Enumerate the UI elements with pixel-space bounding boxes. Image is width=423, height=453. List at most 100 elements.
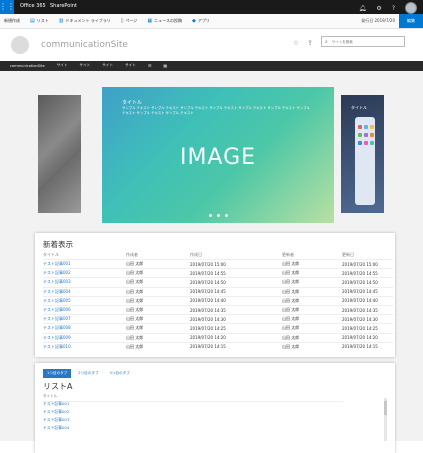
carousel-dot[interactable] [216, 214, 220, 217]
cell-editor: 山田 太郎 [282, 279, 300, 285]
slide-body: サンプル テキスト サンプル テキスト サンプル テキスト サンプル テキスト … [122, 106, 310, 115]
menu-icon[interactable]: ☰ [148, 63, 152, 68]
gear-icon[interactable]: ⚙ [376, 5, 381, 12]
site-title[interactable]: communicationSite [41, 40, 128, 50]
star-icon[interactable]: ☆ [293, 39, 299, 47]
list-item[interactable]: テスト記事001 [43, 401, 69, 409]
cell-author: 山田 太郎 [126, 279, 144, 285]
library-button[interactable]: ▥ ドキュメント ライブラリ [59, 18, 111, 24]
nav-item-site-3[interactable]: サイト [102, 63, 113, 68]
table-row[interactable]: テスト記事008 山田 太郎 2019/07/20 14:25 山田 太郎 2019/0… [43, 323, 393, 332]
cell-modified: 2019/07/20 14:50 [342, 279, 378, 285]
cell-editor: 山田 太郎 [282, 270, 300, 276]
cell-author: 山田 太郎 [126, 297, 144, 303]
tab-2[interactable]: 2つ目のタブ [74, 369, 102, 378]
cell-modified: 2019/07/20 14:25 [342, 325, 378, 331]
cell-title[interactable]: テスト記事008 [43, 325, 126, 331]
table-row[interactable]: テスト記事002 山田 太郎 2019/07/20 14:55 山田 太郎 2019/0… [43, 268, 393, 277]
app-icon [370, 133, 374, 137]
cell-title[interactable]: テスト記事004 [43, 289, 126, 295]
cell-title[interactable]: テスト記事001 [43, 261, 126, 267]
edit-button[interactable]: 編集 [399, 14, 423, 28]
cell-title[interactable]: テスト記事007 [43, 316, 126, 322]
cell-modified: 2019/07/20 14:55 [342, 270, 378, 276]
cell-title[interactable]: テスト記事005 [43, 298, 126, 304]
library-icon: ▥ [58, 18, 64, 24]
cell-created: 2019/07/20 14:55 [190, 270, 226, 276]
scrollbar-thumb[interactable] [384, 401, 387, 415]
cell-title[interactable]: テスト記事002 [43, 270, 126, 276]
col-author[interactable]: 作成者 [126, 252, 190, 258]
cell-title[interactable]: テスト記事003 [43, 279, 126, 285]
site-logo[interactable] [11, 36, 29, 54]
app-button[interactable]: ◆ アプリ [192, 18, 210, 24]
app-icon [358, 133, 362, 137]
table-row[interactable]: テスト記事001 山田 太郎 2019/07/20 15:00 山田 太郎 2019/0… [43, 259, 393, 268]
list-a-column[interactable]: タイトル [43, 394, 343, 402]
table-row[interactable]: テスト記事010 山田 太郎 2019/07/20 14:15 山田 太郎 2019/0… [43, 341, 393, 351]
search-box[interactable]: ⌕ [321, 36, 405, 47]
table-row[interactable]: テスト記事004 山田 太郎 2019/07/20 14:45 山田 太郎 2019/0… [43, 286, 393, 296]
col-editor[interactable]: 更新者 [282, 252, 342, 258]
carousel-dot[interactable] [208, 214, 212, 217]
nav-item-site-4[interactable]: サイト [125, 63, 136, 68]
list-label: リスト [36, 18, 49, 23]
list-item[interactable]: テスト記事002 [43, 409, 69, 417]
cell-title[interactable]: テスト記事010 [43, 344, 126, 350]
carousel-dot[interactable] [224, 214, 228, 217]
cell-author: 山田 太郎 [126, 270, 144, 276]
list-item[interactable]: テスト記事003 [43, 417, 69, 425]
table-row[interactable]: テスト記事005 山田 太郎 2019/07/20 14:40 山田 太郎 2019/0… [43, 295, 393, 305]
list-button[interactable]: ▤ リスト [30, 18, 49, 24]
news-post-button[interactable]: ▦ ニュースの投稿 [147, 18, 182, 24]
col-created[interactable]: 作成日 [190, 252, 282, 258]
search-icon: ⌕ [325, 38, 328, 45]
list-a-title: リストA [43, 382, 73, 391]
waffle-icon[interactable]: ⋮⋮ [0, 0, 15, 14]
page-icon: ▯ [120, 18, 124, 24]
nav-item-site-1[interactable]: サイト [57, 63, 68, 68]
share-icon[interactable]: ⇪ [307, 39, 313, 47]
carousel-slide-prev[interactable] [38, 95, 81, 213]
suite-bar: ⋮⋮ Office 365 SharePoint 🔔︎ ⚙ ? [0, 0, 423, 14]
edit-label: 編集 [407, 18, 415, 23]
table-row[interactable]: テスト記事003 山田 太郎 2019/07/20 14:50 山田 太郎 2019/0… [43, 277, 393, 286]
nav-item-home[interactable]: communicationSite [10, 64, 45, 68]
col-title[interactable]: タイトル [43, 252, 126, 258]
slide-next-title: タイトル [351, 105, 367, 110]
tab-1[interactable]: 1つ目のタブ [43, 369, 72, 378]
carousel-slide-current[interactable]: タイトル サンプル テキスト サンプル テキスト サンプル テキスト サンプル … [102, 87, 334, 223]
cell-editor: 山田 太郎 [282, 334, 300, 340]
table-row[interactable]: テスト記事006 山田 太郎 2019/07/20 14:35 山田 太郎 2019/0… [43, 304, 393, 314]
user-avatar[interactable] [405, 2, 417, 14]
page-button[interactable]: ▯ ページ [121, 18, 138, 24]
cell-author: 山田 太郎 [126, 261, 144, 267]
news-panel: 新着表示 タイトル 作成者 作成日 更新者 更新日 テスト記事001 山田 太郎 2… [35, 233, 395, 357]
grid-icon[interactable]: ▦ [163, 63, 167, 68]
list-scrollbar[interactable] [384, 398, 387, 441]
carousel-slide-next[interactable]: タイトル [341, 95, 384, 213]
nav-item-site-2[interactable]: サイト [79, 63, 90, 68]
help-icon[interactable]: ? [392, 5, 395, 12]
cell-created: 2019/07/20 14:50 [190, 279, 226, 285]
cell-modified: 2019/07/20 14:40 [342, 298, 378, 304]
table-row[interactable]: テスト記事007 山田 太郎 2019/07/20 14:30 山田 太郎 2019/0… [43, 314, 393, 323]
bell-icon[interactable]: 🔔︎ [359, 5, 367, 12]
product-label[interactable]: SharePoint [50, 3, 77, 9]
search-input[interactable] [329, 38, 404, 45]
site-header: communicationSite ☆ ⇪ ⌕ [0, 29, 423, 61]
new-button[interactable]: 新規作成 [4, 18, 20, 24]
cell-title[interactable]: テスト記事009 [43, 335, 126, 341]
cell-editor: 山田 太郎 [282, 325, 300, 331]
tabs-panel: 1つ目のタブ 2つ目のタブ 3つ目のタブ リストA タイトル テスト記事001 … [35, 363, 395, 453]
col-modified[interactable]: 更新日 [342, 252, 393, 258]
table-row[interactable]: テスト記事009 山田 太郎 2019/07/20 14:20 山田 太郎 2019/0… [43, 332, 393, 342]
new-label: 新規作成 [4, 18, 20, 23]
cell-author: 山田 太郎 [126, 325, 144, 331]
app-icon [364, 133, 368, 137]
list-item[interactable]: テスト記事004 [43, 425, 69, 433]
tab-3[interactable]: 3つ目のタブ [106, 369, 134, 378]
office-label[interactable]: Office 365 [20, 3, 46, 9]
cell-title[interactable]: テスト記事006 [43, 307, 126, 313]
app-icon [358, 141, 362, 145]
